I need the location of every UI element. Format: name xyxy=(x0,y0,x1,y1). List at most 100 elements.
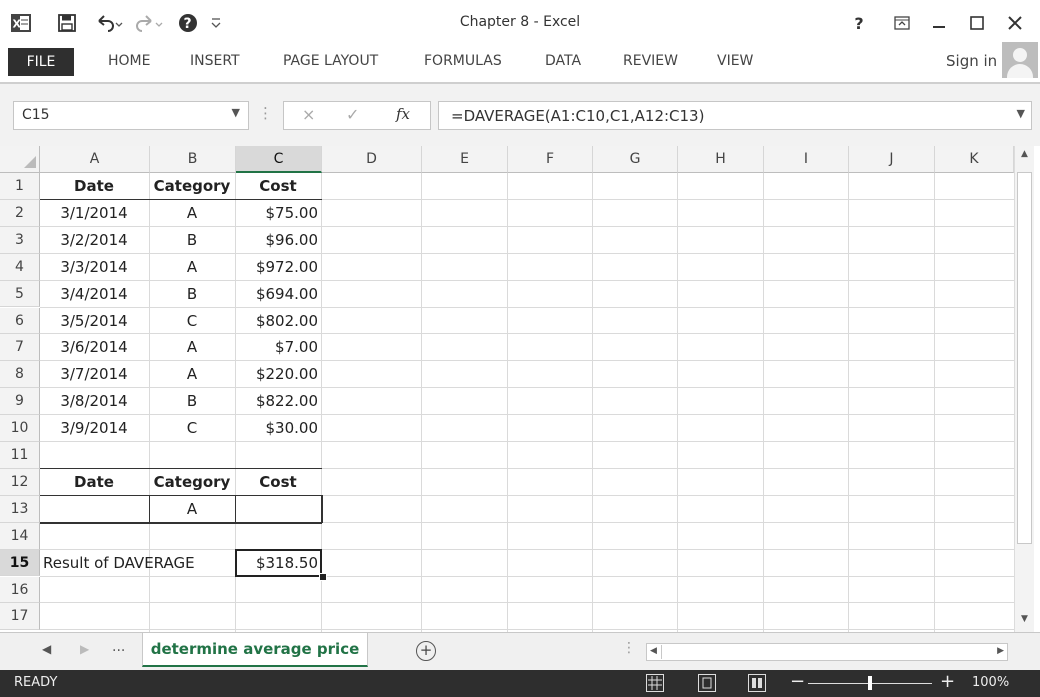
cell-cost[interactable]: $7.00 xyxy=(238,334,318,361)
vertical-scrollbar[interactable]: ▲ ▼ xyxy=(1014,146,1034,632)
chevron-down-icon[interactable]: ▼ xyxy=(232,106,240,119)
row-header-8[interactable]: 8 xyxy=(0,361,40,389)
zoom-slider-thumb[interactable] xyxy=(868,676,872,690)
formula-input[interactable]: =DAVERAGE(A1:C10,C1,A12:C13) ▼ xyxy=(438,101,1032,130)
cell-category[interactable]: C xyxy=(152,308,232,335)
row-header-2[interactable]: 2 xyxy=(0,199,40,227)
sheet-tab-active[interactable]: determine average price xyxy=(142,633,368,667)
tab-insert[interactable]: INSERT xyxy=(190,48,240,74)
cell-date[interactable]: 3/7/2014 xyxy=(42,361,146,388)
cell-cost[interactable]: $75.00 xyxy=(238,200,319,227)
row-header-15[interactable]: 15 xyxy=(0,549,40,577)
cell-cost[interactable]: $220.00 xyxy=(238,361,318,388)
row-header-6[interactable]: 6 xyxy=(0,307,40,335)
ribbon-display-options-icon[interactable] xyxy=(891,12,913,34)
help-button[interactable]: ? xyxy=(850,12,868,34)
scroll-up-icon[interactable]: ▲ xyxy=(1017,149,1032,163)
tab-page-layout[interactable]: PAGE LAYOUT xyxy=(283,48,378,74)
row-header-10[interactable]: 10 xyxy=(0,415,40,442)
row-header-16[interactable]: 16 xyxy=(0,576,40,604)
cell-cost[interactable]: $96.00 xyxy=(238,227,319,254)
tab-formulas[interactable]: FORMULAS xyxy=(424,48,502,74)
zoom-in-icon[interactable]: + xyxy=(940,671,955,692)
zoom-out-icon[interactable]: − xyxy=(790,671,805,692)
row-header-9[interactable]: 9 xyxy=(0,388,40,416)
column-header-g[interactable]: G xyxy=(593,146,678,173)
row-header-5[interactable]: 5 xyxy=(0,280,40,308)
cell-header-date[interactable]: Date xyxy=(42,173,146,200)
column-header-b[interactable]: B xyxy=(150,146,236,173)
cancel-icon[interactable]: × xyxy=(302,105,315,124)
row-header-13[interactable]: 13 xyxy=(0,495,40,523)
cell-cost[interactable]: $694.00 xyxy=(238,281,318,308)
column-header-j[interactable]: J xyxy=(849,146,935,173)
cell-cost[interactable]: $802.00 xyxy=(238,308,318,335)
page-layout-view-icon[interactable] xyxy=(698,674,716,692)
horizontal-scroll-thumb[interactable] xyxy=(661,645,962,659)
cell-cost[interactable]: $822.00 xyxy=(238,388,318,415)
cell-date[interactable]: 3/2/2014 xyxy=(42,227,146,254)
cell-date[interactable]: 3/8/2014 xyxy=(42,388,146,415)
add-sheet-icon[interactable]: + xyxy=(416,641,436,661)
column-header-f[interactable]: F xyxy=(508,146,593,173)
column-header-h[interactable]: H xyxy=(678,146,764,173)
column-header-c[interactable]: C xyxy=(236,146,322,173)
cell-category[interactable]: B xyxy=(152,388,232,415)
normal-view-icon[interactable] xyxy=(646,674,664,692)
column-header-a[interactable]: A xyxy=(40,146,150,173)
criteria-header-category[interactable]: Category xyxy=(152,469,232,496)
fill-handle[interactable] xyxy=(319,572,327,581)
column-header-k[interactable]: K xyxy=(935,146,1014,173)
page-break-view-icon[interactable] xyxy=(748,674,766,692)
cell-category[interactable]: A xyxy=(152,361,232,388)
tab-scroll-left-icon[interactable]: ◀ xyxy=(42,642,51,656)
enter-check-icon[interactable]: ✓ xyxy=(346,105,359,124)
expand-formula-bar-icon[interactable]: ▼ xyxy=(1017,107,1025,120)
result-label[interactable]: Result of DAVERAGE xyxy=(43,550,195,577)
cell-category[interactable]: A xyxy=(152,200,232,227)
more-sheets-button[interactable]: ... xyxy=(112,639,125,655)
sign-in-link[interactable]: Sign in xyxy=(946,48,997,74)
scroll-left-icon[interactable]: ◀ xyxy=(650,646,657,656)
cell-cost[interactable]: $30.00 xyxy=(238,415,319,442)
scroll-right-icon[interactable]: ▶ xyxy=(997,646,1004,656)
cell-date[interactable]: 3/5/2014 xyxy=(42,308,146,335)
criteria-cell-cost[interactable] xyxy=(238,496,318,523)
cell-date[interactable]: 3/4/2014 xyxy=(42,281,146,308)
cell-category[interactable]: B xyxy=(152,227,232,254)
minimize-icon[interactable] xyxy=(928,12,950,34)
formula-bar-grip-icon[interactable]: ⋮ xyxy=(258,104,273,122)
tab-scroll-right-icon[interactable]: ▶ xyxy=(80,642,89,656)
insert-function-icon[interactable]: fx xyxy=(396,105,410,123)
criteria-cell-date[interactable] xyxy=(42,496,146,523)
split-grip-icon[interactable]: ⋮ xyxy=(622,640,636,656)
cell-date[interactable]: 3/1/2014 xyxy=(42,200,146,227)
cell-cost[interactable]: $972.00 xyxy=(238,254,318,281)
tab-data[interactable]: DATA xyxy=(545,48,581,74)
active-cell-outline[interactable] xyxy=(235,549,322,577)
criteria-cell-category[interactable]: A xyxy=(152,496,232,523)
cell-category[interactable]: A xyxy=(152,334,232,361)
column-header-d[interactable]: D xyxy=(322,146,422,173)
tab-home[interactable]: HOME xyxy=(108,48,150,74)
user-avatar-icon[interactable] xyxy=(1002,42,1038,78)
criteria-header-cost[interactable]: Cost xyxy=(238,469,318,496)
close-icon[interactable] xyxy=(1004,12,1026,34)
select-all-button[interactable] xyxy=(0,146,40,173)
cell-date[interactable]: 3/9/2014 xyxy=(42,415,146,442)
tab-review[interactable]: REVIEW xyxy=(623,48,678,74)
tab-file[interactable]: FILE xyxy=(8,48,74,76)
scroll-down-icon[interactable]: ▼ xyxy=(1017,614,1032,628)
column-header-e[interactable]: E xyxy=(422,146,508,173)
row-header-1[interactable]: 1 xyxy=(0,173,40,200)
horizontal-scrollbar[interactable]: ◀ ▶ xyxy=(646,643,1008,661)
row-header-11[interactable]: 11 xyxy=(0,442,40,469)
zoom-level[interactable]: 100% xyxy=(972,675,1009,690)
cell-header-cost[interactable]: Cost xyxy=(238,173,318,200)
cell-category[interactable]: B xyxy=(152,281,232,308)
column-header-i[interactable]: I xyxy=(764,146,849,173)
cell-category[interactable]: A xyxy=(152,254,232,281)
scroll-thumb[interactable] xyxy=(1017,172,1032,544)
criteria-header-date[interactable]: Date xyxy=(42,469,146,496)
row-header-3[interactable]: 3 xyxy=(0,226,40,254)
